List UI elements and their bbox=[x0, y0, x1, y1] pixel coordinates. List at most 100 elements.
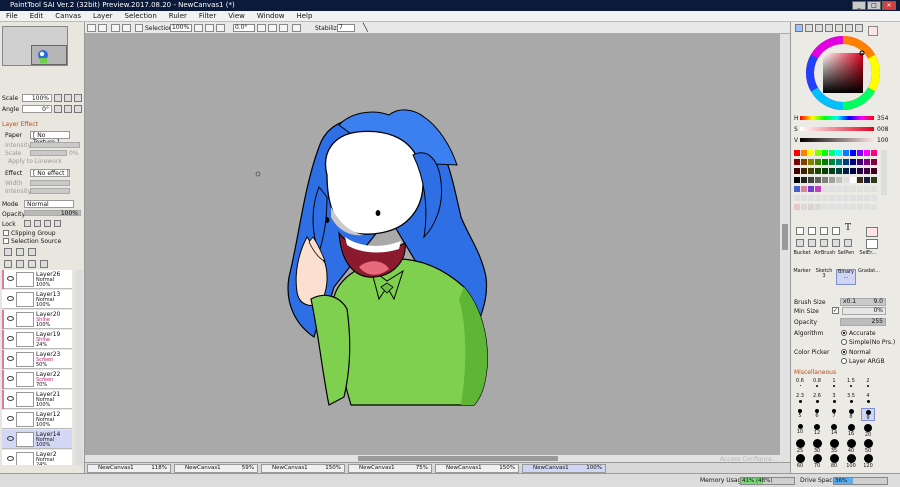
rotate-tool-icon[interactable] bbox=[820, 239, 828, 247]
close-button[interactable]: ✕ bbox=[882, 1, 896, 10]
apply-linework-checkbox[interactable]: Apply to Linework bbox=[8, 158, 62, 165]
brush-tool-button[interactable]: SelPen bbox=[836, 251, 856, 267]
saturation-slider[interactable] bbox=[800, 127, 874, 131]
menu-selection[interactable]: Selection bbox=[119, 11, 163, 21]
brush-size-preset[interactable]: 100 bbox=[844, 453, 858, 469]
layer-row[interactable]: Layer23 Screen 50% bbox=[2, 350, 72, 369]
lasso-icon[interactable] bbox=[808, 227, 816, 235]
angle-cw-icon[interactable] bbox=[64, 105, 72, 113]
color-swatch[interactable] bbox=[864, 195, 870, 201]
menu-layer[interactable]: Layer bbox=[87, 11, 119, 21]
algorithm-accurate-radio[interactable] bbox=[841, 330, 847, 336]
color-swatch[interactable] bbox=[864, 177, 870, 183]
algorithm-simple-radio[interactable] bbox=[841, 339, 847, 345]
navigator-viewport[interactable] bbox=[31, 45, 67, 65]
selection-toggle[interactable] bbox=[135, 24, 143, 32]
canvas-tab[interactable]: NewCanvas1 118% bbox=[87, 464, 171, 473]
rotate-right-icon[interactable] bbox=[268, 24, 277, 32]
lock-transparency-icon[interactable] bbox=[24, 220, 31, 227]
layer-list-scrollbar[interactable] bbox=[75, 270, 83, 465]
clear-layer-icon[interactable] bbox=[28, 260, 36, 268]
color-swatch[interactable] bbox=[864, 186, 870, 192]
lock-move-icon[interactable] bbox=[44, 220, 51, 227]
scale-field[interactable]: 100% bbox=[22, 94, 52, 102]
brush-size-preset[interactable]: 2.3 bbox=[793, 393, 807, 406]
color-swatch[interactable] bbox=[829, 186, 835, 192]
color-swatch[interactable] bbox=[822, 150, 828, 156]
brush-size-preset[interactable]: 30 bbox=[810, 438, 824, 454]
canvas-artwork[interactable] bbox=[89, 37, 786, 457]
brush-size-preset[interactable]: 120 bbox=[861, 453, 875, 469]
color-swatch[interactable] bbox=[829, 195, 835, 201]
paper-intensity-slider[interactable] bbox=[30, 142, 80, 148]
color-swatch[interactable] bbox=[843, 168, 849, 174]
canvas-horizontal-scrollbar[interactable] bbox=[85, 455, 780, 462]
zoom-reset-icon[interactable] bbox=[216, 24, 225, 32]
brush-opacity-slider[interactable]: 255 bbox=[840, 318, 886, 326]
color-swatch[interactable] bbox=[829, 168, 835, 174]
redo-icon[interactable] bbox=[98, 24, 107, 32]
angle-field[interactable]: 0° bbox=[22, 105, 52, 113]
zoom-out-icon[interactable] bbox=[194, 24, 203, 32]
color-swatch[interactable] bbox=[871, 204, 877, 210]
effect-select[interactable]: [ No effect ] bbox=[30, 169, 70, 177]
color-swatch[interactable] bbox=[801, 177, 807, 183]
color-swatch[interactable] bbox=[857, 168, 863, 174]
layer-row[interactable]: Layer26 Normal 100% bbox=[2, 270, 72, 289]
undo-icon[interactable] bbox=[87, 24, 96, 32]
rotate-reset-icon[interactable] bbox=[279, 24, 288, 32]
color-swatch[interactable] bbox=[794, 186, 800, 192]
brush-size-preset[interactable]: 16 bbox=[844, 423, 858, 437]
picker-normal-radio[interactable] bbox=[841, 349, 847, 355]
color-swatch[interactable] bbox=[794, 195, 800, 201]
color-swatch[interactable] bbox=[794, 159, 800, 165]
brush-size-preset[interactable]: 14 bbox=[827, 423, 841, 436]
color-swatch[interactable] bbox=[857, 186, 863, 192]
menu-ruler[interactable]: Ruler bbox=[163, 11, 193, 21]
visibility-eye-icon[interactable] bbox=[7, 416, 14, 421]
rotation-field[interactable]: 0.0° bbox=[233, 24, 255, 32]
color-swatch[interactable] bbox=[808, 159, 814, 165]
color-swatch[interactable] bbox=[850, 150, 856, 156]
rotate-left-icon[interactable] bbox=[257, 24, 266, 32]
min-size-checkbox[interactable]: ✓ bbox=[832, 307, 839, 314]
picker-layer-radio[interactable] bbox=[841, 358, 847, 364]
color-swatch[interactable] bbox=[850, 159, 856, 165]
brush-size-preset[interactable]: 2 bbox=[861, 378, 875, 391]
color-swatch[interactable] bbox=[829, 159, 835, 165]
delete-layer-icon[interactable] bbox=[40, 260, 48, 268]
color-swatch[interactable] bbox=[808, 204, 814, 210]
color-swatch[interactable] bbox=[801, 204, 807, 210]
color-swatch[interactable] bbox=[843, 195, 849, 201]
brush-size-preset[interactable]: 0.8 bbox=[810, 378, 824, 391]
zoom-field[interactable]: 100% bbox=[170, 24, 192, 32]
color-swatch[interactable] bbox=[843, 186, 849, 192]
color-swatch[interactable] bbox=[843, 177, 849, 183]
color-swatch[interactable] bbox=[815, 186, 821, 192]
brush-size-preset[interactable]: 0.6 bbox=[793, 378, 807, 391]
visibility-eye-icon[interactable] bbox=[7, 336, 14, 341]
brush-size-preset[interactable]: 60 bbox=[793, 453, 807, 469]
zoom-tool-icon[interactable] bbox=[808, 239, 816, 247]
color-swatch[interactable] bbox=[822, 195, 828, 201]
color-swatch[interactable] bbox=[836, 150, 842, 156]
color-swatch[interactable] bbox=[843, 204, 849, 210]
color-swatch[interactable] bbox=[843, 159, 849, 165]
menu-filter[interactable]: Filter bbox=[193, 11, 222, 21]
effect-width-slider[interactable] bbox=[30, 180, 70, 186]
color-swatch[interactable] bbox=[871, 177, 877, 183]
brush-tool-button[interactable]: Gradat... bbox=[858, 269, 880, 285]
layer-row[interactable]: Layer12 Normal 100% bbox=[2, 410, 72, 429]
horizontal-scroll-thumb[interactable] bbox=[358, 456, 558, 461]
color-swatch[interactable] bbox=[836, 195, 842, 201]
color-swatch[interactable] bbox=[871, 159, 877, 165]
color-swatch[interactable] bbox=[822, 159, 828, 165]
color-swatch[interactable] bbox=[808, 195, 814, 201]
color-swatch[interactable] bbox=[808, 168, 814, 174]
brush-size-preset[interactable]: 35 bbox=[827, 438, 841, 454]
brush-size-preset[interactable]: 3.5 bbox=[844, 393, 858, 406]
visibility-eye-icon[interactable] bbox=[7, 456, 14, 461]
brush-tool-button[interactable]: AirBrush bbox=[814, 251, 835, 267]
layer-row[interactable]: Layer14 Normal 100% bbox=[2, 430, 72, 449]
maximize-button[interactable]: □ bbox=[867, 1, 881, 10]
